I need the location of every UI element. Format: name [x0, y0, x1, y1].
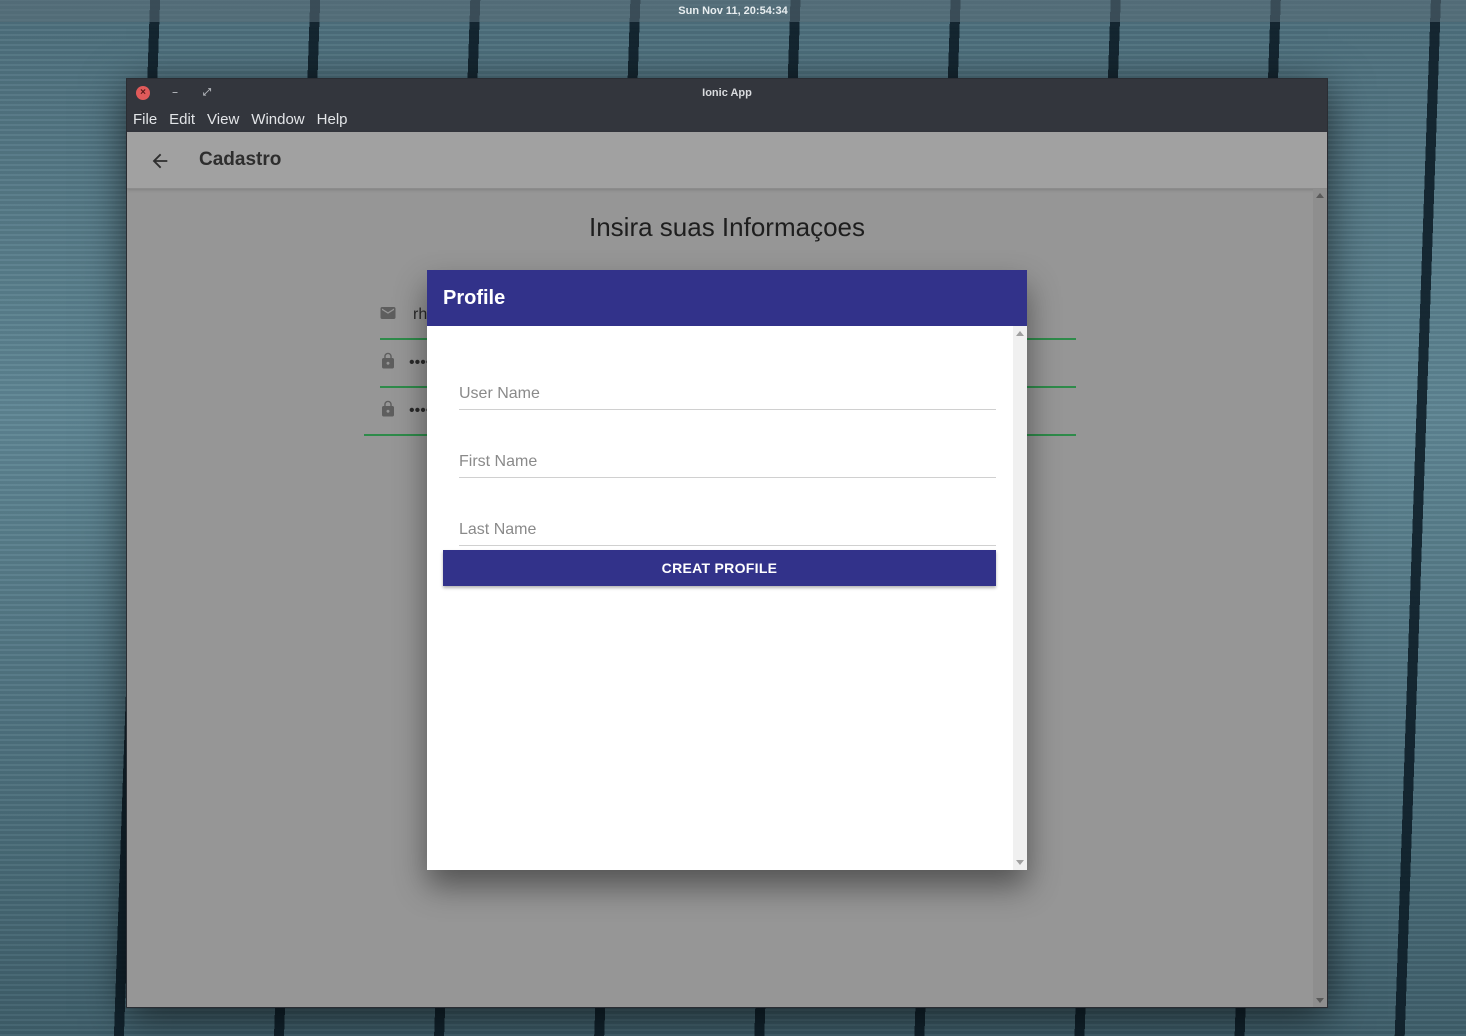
- username-field[interactable]: [459, 370, 996, 410]
- page-title: Cadastro: [199, 149, 282, 170]
- scroll-down-arrow-icon[interactable]: [1016, 860, 1024, 865]
- window-titlebar[interactable]: × – ⤢ Ionic App: [127, 79, 1327, 107]
- email-value: rh: [413, 306, 428, 323]
- first-name-input[interactable]: [459, 453, 996, 471]
- last-name-field[interactable]: [459, 506, 996, 546]
- system-clock[interactable]: Sun Nov 11, 20:54:34: [678, 5, 787, 17]
- content-heading: Insira suas Informaçoes: [588, 212, 865, 242]
- modal-scrollbar[interactable]: [1013, 326, 1027, 870]
- lock-icon: [382, 400, 394, 417]
- scroll-up-arrow-icon[interactable]: [1316, 193, 1324, 198]
- modal-header: Profile: [427, 270, 1027, 326]
- menu-help[interactable]: Help: [317, 111, 348, 128]
- menu-bar: File Edit View Window Help: [127, 107, 1327, 132]
- create-profile-button[interactable]: CREAT PROFILE: [443, 550, 996, 586]
- modal-title: Profile: [443, 287, 506, 309]
- window-close-button[interactable]: ×: [136, 86, 150, 100]
- window-minimize-button[interactable]: –: [168, 86, 182, 100]
- scroll-up-arrow-icon[interactable]: [1016, 331, 1024, 336]
- first-name-field[interactable]: [459, 438, 996, 478]
- page-toolbar: Cadastro: [127, 132, 1327, 189]
- app-scrollbar[interactable]: [1313, 189, 1327, 1007]
- window-title: Ionic App: [702, 87, 752, 99]
- profile-modal: Profile CREAT PROFILE: [427, 270, 1027, 870]
- lock-icon: [382, 352, 394, 369]
- menu-edit[interactable]: Edit: [169, 111, 195, 128]
- menu-file[interactable]: File: [133, 111, 157, 128]
- system-top-bar: Sun Nov 11, 20:54:34: [0, 0, 1466, 22]
- back-arrow-icon[interactable]: [149, 150, 171, 172]
- username-input[interactable]: [459, 385, 996, 403]
- last-name-input[interactable]: [459, 521, 996, 539]
- menu-view[interactable]: View: [207, 111, 239, 128]
- window-maximize-button[interactable]: ⤢: [200, 86, 214, 100]
- menu-window[interactable]: Window: [251, 111, 304, 128]
- mail-icon: [380, 307, 396, 319]
- scroll-down-arrow-icon[interactable]: [1316, 998, 1324, 1003]
